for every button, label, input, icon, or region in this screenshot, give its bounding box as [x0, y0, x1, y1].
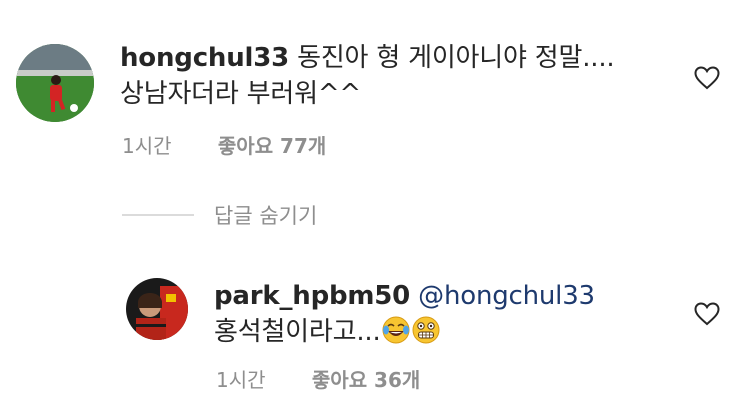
like-count[interactable]: 좋아요 77개 — [218, 130, 326, 159]
comment-meta: 1시간 좋아요 77개 — [122, 130, 326, 159]
timestamp[interactable]: 1시간 — [216, 364, 266, 393]
hide-replies-label: 답글 숨기기 — [214, 204, 318, 228]
like-button[interactable] — [694, 66, 720, 90]
comment-text: hongchul33 동진아 형 게이아니야 정말.... 상남자더라 부러워^… — [120, 40, 615, 112]
comment-text-body: 홍석철이라고... — [214, 317, 381, 347]
like-button[interactable] — [694, 302, 720, 326]
timestamp[interactable]: 1시간 — [122, 130, 172, 159]
comment-meta: 1시간 좋아요 36개 — [216, 364, 420, 393]
username[interactable]: hongchul33 — [120, 43, 289, 73]
replies-divider — [122, 214, 194, 216]
mention-link[interactable]: @hongchul33 — [418, 281, 595, 311]
face-with-tears-of-joy-icon — [381, 315, 411, 345]
comment-text: park_hpbm50 @hongchul33 홍석철이라고... — [214, 278, 595, 350]
red-jersey-avatar-icon — [126, 278, 188, 340]
comment-text-line1: 동진아 형 게이아니야 정말.... — [297, 43, 615, 73]
avatar[interactable] — [126, 278, 188, 340]
avatar[interactable] — [16, 44, 94, 122]
like-count[interactable]: 좋아요 36개 — [312, 364, 420, 393]
heart-outline-icon — [694, 302, 720, 326]
soccer-player-avatar-icon — [16, 44, 94, 122]
comment-text-line2: 상남자더라 부러워^^ — [120, 79, 361, 109]
grimacing-face-icon — [411, 315, 441, 345]
username[interactable]: park_hpbm50 — [214, 281, 410, 311]
heart-outline-icon — [694, 66, 720, 90]
